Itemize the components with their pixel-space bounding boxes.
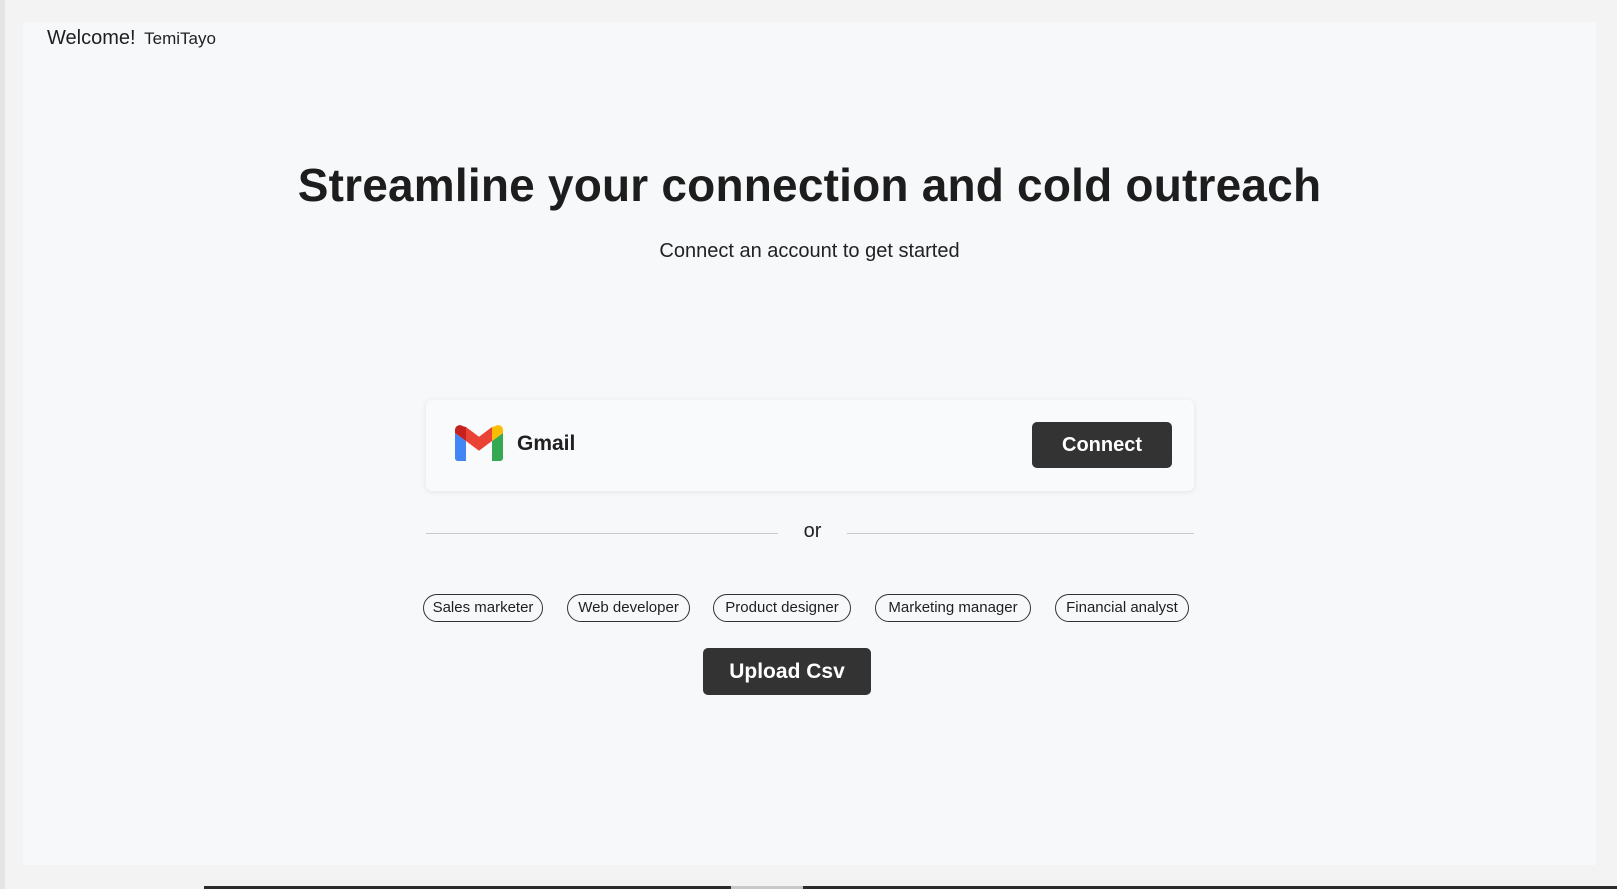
username: TemiTayo xyxy=(144,29,216,48)
gmail-label: Gmail xyxy=(517,432,576,455)
divider-line-left xyxy=(426,533,778,534)
gmail-icon xyxy=(455,425,503,461)
page-title: Streamline your connection and cold outr… xyxy=(297,159,1322,211)
or-divider: or xyxy=(426,520,1194,546)
window-left-edge xyxy=(0,0,5,889)
role-chip-marketing-manager[interactable]: Marketing manager xyxy=(875,594,1031,622)
gmail-account-card: Gmail Connect xyxy=(426,400,1194,491)
divider-line-right xyxy=(847,533,1194,534)
main-panel: Welcome! TemiTayo Streamline your connec… xyxy=(23,22,1596,865)
divider-label: or xyxy=(803,520,822,542)
role-chip-web-developer[interactable]: Web developer xyxy=(567,594,690,622)
connect-gmail-button[interactable]: Connect xyxy=(1032,422,1172,468)
role-chip-product-designer[interactable]: Product designer xyxy=(713,594,851,622)
page-subtitle: Connect an account to get started xyxy=(659,240,960,262)
welcome-greeting: Welcome! TemiTayo xyxy=(47,27,216,50)
role-chip-sales-marketer[interactable]: Sales marketer xyxy=(423,594,543,622)
welcome-text: Welcome! xyxy=(47,27,136,49)
role-chip-financial-analyst[interactable]: Financial analyst xyxy=(1055,594,1189,622)
upload-csv-button[interactable]: Upload Csv xyxy=(703,648,871,695)
